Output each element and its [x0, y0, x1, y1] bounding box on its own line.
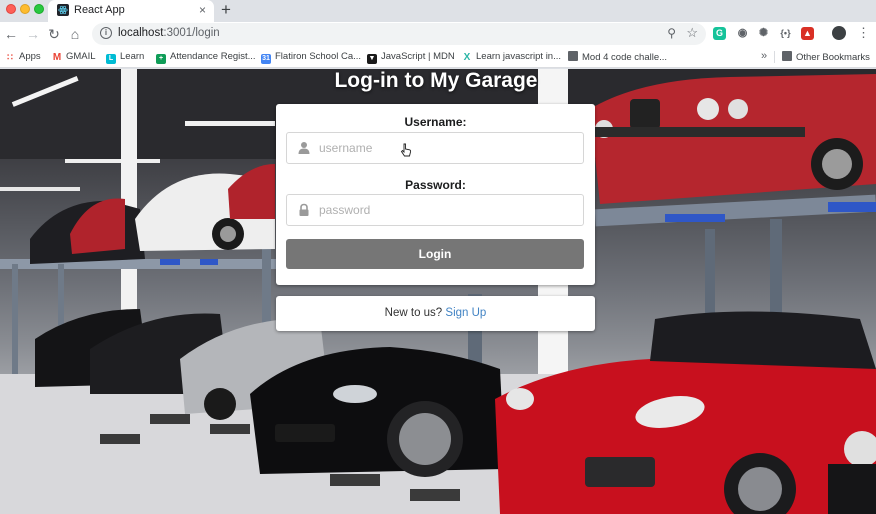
profile-avatar[interactable] [832, 26, 846, 40]
new-tab-button[interactable]: + [221, 1, 231, 19]
zoom-icon[interactable]: ⚲ [667, 26, 676, 40]
url-text[interactable]: localhost:3001/login [118, 27, 220, 39]
user-icon [298, 142, 310, 154]
password-label: Password: [405, 178, 466, 192]
browser-tab[interactable]: React App × [48, 0, 214, 22]
username-label: Username: [404, 115, 467, 129]
address-bar[interactable]: i localhost:3001/login ⚲ ☆ [92, 23, 706, 45]
attendance-icon: + [156, 54, 166, 64]
bookmark-gmail[interactable]: M GMAIL [52, 51, 96, 64]
calendar-icon: 31 [261, 54, 271, 64]
close-icon[interactable]: × [199, 3, 206, 17]
bookmark-label: Learn javascript in... [476, 51, 562, 62]
bookmark-label: GMAIL [66, 51, 96, 62]
signup-prompt: New to us? [384, 307, 443, 319]
home-icon[interactable]: ⌂ [66, 25, 84, 43]
puzzle-icon[interactable]: ✺ [757, 27, 770, 40]
apps-grid-icon: ∷ [7, 52, 13, 62]
browser-toolbar: ← → ↻ ⌂ i localhost:3001/login ⚲ ☆ G ◉ ✺… [0, 22, 876, 46]
arrow-left-icon[interactable]: ← [2, 25, 20, 43]
star-icon[interactable]: ☆ [686, 25, 698, 41]
bookmarks-divider [774, 51, 775, 63]
bookmark-learn[interactable]: L Learn [106, 51, 144, 64]
password-field[interactable] [286, 194, 584, 226]
bookmark-label: Apps [19, 51, 41, 62]
url-path: :3001/login [163, 27, 220, 39]
gmail-icon: M [52, 52, 62, 63]
password-input[interactable] [319, 195, 579, 225]
bookmark-scrimba[interactable]: X Learn javascript in... [462, 51, 561, 64]
folder-icon [568, 51, 578, 61]
react-icon [57, 4, 69, 16]
bookmark-attendance[interactable]: + Attendance Regist... [156, 51, 256, 64]
bookmark-mdn[interactable]: ▼ JavaScript | MDN [367, 51, 455, 64]
bookmark-apps[interactable]: ∷ Apps [5, 51, 41, 64]
grammarly-icon[interactable]: G [713, 27, 726, 40]
folder-icon [782, 51, 792, 61]
extension-red-icon[interactable]: ▲ [801, 27, 814, 40]
close-window-button[interactable] [6, 4, 16, 14]
arrow-right-icon[interactable]: → [24, 25, 42, 43]
bookmark-label: Attendance Regist... [170, 51, 256, 62]
page-viewport: Log-in to My Garage Username: Password: … [0, 69, 876, 514]
bookmarks-overflow-button[interactable]: » [761, 50, 767, 62]
tab-strip: React App × + [0, 0, 876, 22]
signup-link[interactable]: Sign Up [445, 307, 486, 319]
bookmark-mod4[interactable]: Mod 4 code challe... [568, 51, 667, 64]
login-form: Username: Password: Login [276, 104, 595, 285]
camera-icon[interactable]: ◉ [736, 27, 749, 40]
mdn-icon: ▼ [367, 54, 377, 64]
code-icon[interactable]: {•} [779, 27, 792, 40]
minimize-window-button[interactable] [20, 4, 30, 14]
info-icon[interactable]: i [100, 27, 112, 39]
tab-title: React App [74, 4, 125, 16]
lock-icon [299, 203, 309, 216]
maximize-window-button[interactable] [34, 4, 44, 14]
bookmark-label: Learn [120, 51, 145, 62]
bookmark-other[interactable]: Other Bookmarks [782, 51, 870, 64]
bookmark-label: Mod 4 code challe... [582, 52, 668, 63]
signup-message: New to us? Sign Up [276, 296, 595, 331]
more-vert-icon[interactable]: ⋮ [857, 25, 870, 41]
login-button[interactable]: Login [286, 239, 584, 269]
bookmarks-bar: ∷ Apps M GMAIL L Learn + Attendance Regist..… [0, 46, 876, 68]
scrimba-icon: X [463, 52, 471, 63]
learn-icon: L [106, 54, 116, 64]
bookmark-label: Other Bookmarks [796, 52, 870, 63]
url-host: localhost [118, 27, 164, 39]
page-title: Log-in to My Garage [334, 69, 538, 92]
bookmark-flatiron[interactable]: 31 Flatiron School Ca... [261, 51, 361, 64]
bookmark-label: Flatiron School Ca... [275, 51, 362, 62]
username-input[interactable] [319, 133, 579, 163]
username-field[interactable] [286, 132, 584, 164]
bookmark-label: JavaScript | MDN [381, 51, 455, 62]
reload-icon[interactable]: ↻ [45, 25, 63, 43]
hand-cursor-icon [400, 143, 412, 157]
